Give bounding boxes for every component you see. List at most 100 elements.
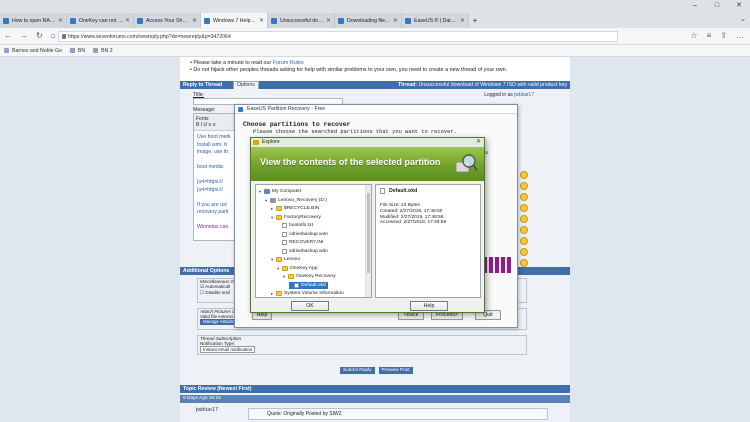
thread-label: Thread: <box>398 82 418 88</box>
new-tab-icon[interactable]: + <box>469 13 481 28</box>
close-icon[interactable]: ✕ <box>728 0 750 12</box>
options-tab[interactable]: Options <box>233 81 259 89</box>
explore-title: Explore <box>262 139 280 145</box>
reading-list-icon[interactable]: ≡ <box>707 31 712 40</box>
tree-node[interactable]: ▾ OneKey Recovery <box>283 273 336 280</box>
tab-close-icon[interactable]: ✕ <box>326 17 331 24</box>
post-username[interactable]: jwblue17 <box>196 407 218 413</box>
url-input[interactable]: https://www.sevenforums.com/newreply.php… <box>58 31 618 42</box>
misc-option-2: Disable smil <box>205 290 231 295</box>
minimize-icon[interactable]: – <box>684 0 706 12</box>
smiley-icon[interactable] <box>520 248 528 256</box>
preview-post-button[interactable]: Preview Post <box>378 367 413 374</box>
tree-node[interactable]: Default.okd <box>289 281 328 289</box>
smiley-icon[interactable] <box>520 259 528 267</box>
favorite-link[interactable]: BN 2 <box>93 48 113 54</box>
lock-icon <box>62 34 66 39</box>
quote-box: Quote: Originally Posted by SIW2 <box>248 408 548 420</box>
scrollbar-thumb[interactable] <box>367 193 370 273</box>
reply-to-thread-header: Reply to Thread Options Thread: Unsucces… <box>180 81 570 89</box>
help-button[interactable]: Help <box>410 301 448 311</box>
username-link[interactable]: jwblue17 <box>514 92 534 98</box>
tab-label: Downloading file for WinN1 <box>347 17 391 24</box>
tree-node-label: OneKey Recovery <box>296 274 336 279</box>
tab-label: Windows 7 Help Forum <box>213 17 257 24</box>
favorite-star-icon[interactable]: ☆ <box>690 31 697 40</box>
partition-bar <box>483 257 511 273</box>
tab-favicon-icon <box>70 17 76 24</box>
smiley-icon[interactable] <box>520 226 528 234</box>
tree-node[interactable]: sdrivebackup.wim <box>277 248 328 255</box>
tab-label: How to open RAR files in W <box>12 17 56 24</box>
browser-tab[interactable]: Access Your Shopping Cart✕ <box>134 13 201 28</box>
tab-close-icon[interactable]: ✕ <box>58 17 63 24</box>
smiley-icon[interactable] <box>520 171 528 179</box>
window-controls: – □ ✕ <box>684 0 750 12</box>
favorite-label: Barnes and Noble Go <box>12 47 62 54</box>
checkbox-icon[interactable]: ☐ <box>200 290 204 295</box>
tree-node[interactable]: ▾ FactoryRecovery <box>271 214 321 221</box>
browser-tab[interactable]: Downloading file for WinN1✕ <box>335 13 402 28</box>
checkbox-icon[interactable]: ☑ <box>200 284 204 289</box>
tree-node[interactable]: ▾ Lenovo <box>271 256 300 263</box>
chevron-down-icon[interactable]: ⌄ <box>740 15 746 23</box>
notification-select[interactable]: Instant email notification <box>200 346 256 353</box>
maximize-icon[interactable]: □ <box>706 0 728 12</box>
browser-tab[interactable]: How to open RAR files in W✕ <box>0 13 67 28</box>
tree-node[interactable]: ▾ Lenovo_Recovery (D:) <box>265 197 327 204</box>
favorite-link[interactable]: BN <box>69 48 85 54</box>
more-icon[interactable]: … <box>736 31 744 40</box>
tab-close-icon[interactable]: ✕ <box>460 17 465 24</box>
tab-close-icon[interactable]: ✕ <box>125 17 130 24</box>
tab-close-icon[interactable]: ✕ <box>393 17 398 24</box>
easeus-subheading: Please choose the searched partitions th… <box>253 129 457 135</box>
file-icon <box>294 282 299 288</box>
smiley-icon[interactable] <box>520 193 528 201</box>
tab-strip: How to open RAR files in W✕OneKey can no… <box>0 13 481 28</box>
favorite-link[interactable]: Barnes and Noble Go <box>4 48 62 54</box>
forum-rules-link[interactable]: Forum Rules <box>273 60 304 66</box>
submit-reply-button[interactable]: Submit Reply <box>340 367 375 374</box>
post-date-bar: 6 Days Ago 18:15 <box>180 395 570 403</box>
tab-favicon-icon <box>137 17 143 24</box>
drive-icon <box>270 197 276 203</box>
browser-tab[interactable]: Unsuccessful download of \✕ <box>268 13 335 28</box>
browser-tab[interactable]: OneKey can not find recove✕ <box>67 13 134 28</box>
easeus-title: EaseUS Partition Recovery - Free <box>247 106 326 112</box>
browser-tab[interactable]: EaseUS ® | Data Recovery, B✕ <box>402 13 469 28</box>
file-info-lines: File Size: 22 Bytes Created: 2/27/2019, 1… <box>380 203 446 226</box>
tree-node[interactable]: ▸ System Volume Information <box>271 290 344 297</box>
folder-tree[interactable]: ▾ My Computer ▾ Lenovo_Recovery (D:) ▸ $RECYC… <box>255 184 372 298</box>
forward-icon[interactable]: → <box>20 31 28 40</box>
smiley-icon[interactable] <box>520 204 528 212</box>
thread-title[interactable]: Unsuccessful download of Windows 7 ISO w… <box>419 82 568 88</box>
smilies-panel <box>520 171 534 267</box>
tab-close-icon[interactable]: ✕ <box>192 17 197 24</box>
tree-node[interactable]: cdrivebackup.wim <box>277 231 328 238</box>
tree-node[interactable]: ▸ $RECYCLE.BIN <box>271 205 319 212</box>
computer-icon <box>264 189 270 194</box>
tree-scrollbar[interactable] <box>365 185 371 297</box>
ok-button[interactable]: OK <box>291 301 329 311</box>
back-icon[interactable]: ← <box>4 31 12 40</box>
smiley-icon[interactable] <box>520 215 528 223</box>
explore-dialog: Explore ✕ View the contents of the selec… <box>250 137 485 313</box>
refresh-icon[interactable]: ↻ <box>36 31 43 40</box>
smiley-icon[interactable] <box>520 237 528 245</box>
tree-node[interactable]: ▾ My Computer <box>259 188 301 195</box>
tree-node[interactable]: ▾ OneKey App <box>277 265 317 272</box>
home-icon[interactable]: ⌂ <box>51 31 56 40</box>
tab-close-icon[interactable]: ✕ <box>259 17 264 24</box>
file-icon <box>282 223 287 228</box>
folder-icon <box>276 257 282 262</box>
close-icon[interactable]: ✕ <box>476 138 481 147</box>
tab-favicon-icon <box>3 17 9 24</box>
tree-node-label: sdrivebackup.wim <box>289 248 328 254</box>
browser-tab[interactable]: Windows 7 Help Forum✕ <box>201 13 268 28</box>
smiley-icon[interactable] <box>520 182 528 190</box>
share-icon[interactable]: ⇪ <box>720 31 727 40</box>
tree-node[interactable]: RECOVERY.INI <box>277 239 323 246</box>
file-header: Default.okd <box>380 188 417 194</box>
tree-node[interactable]: bootinfo.txt <box>277 222 313 229</box>
thread-subscription: Thread Subscription Notification Type: I… <box>197 335 527 355</box>
